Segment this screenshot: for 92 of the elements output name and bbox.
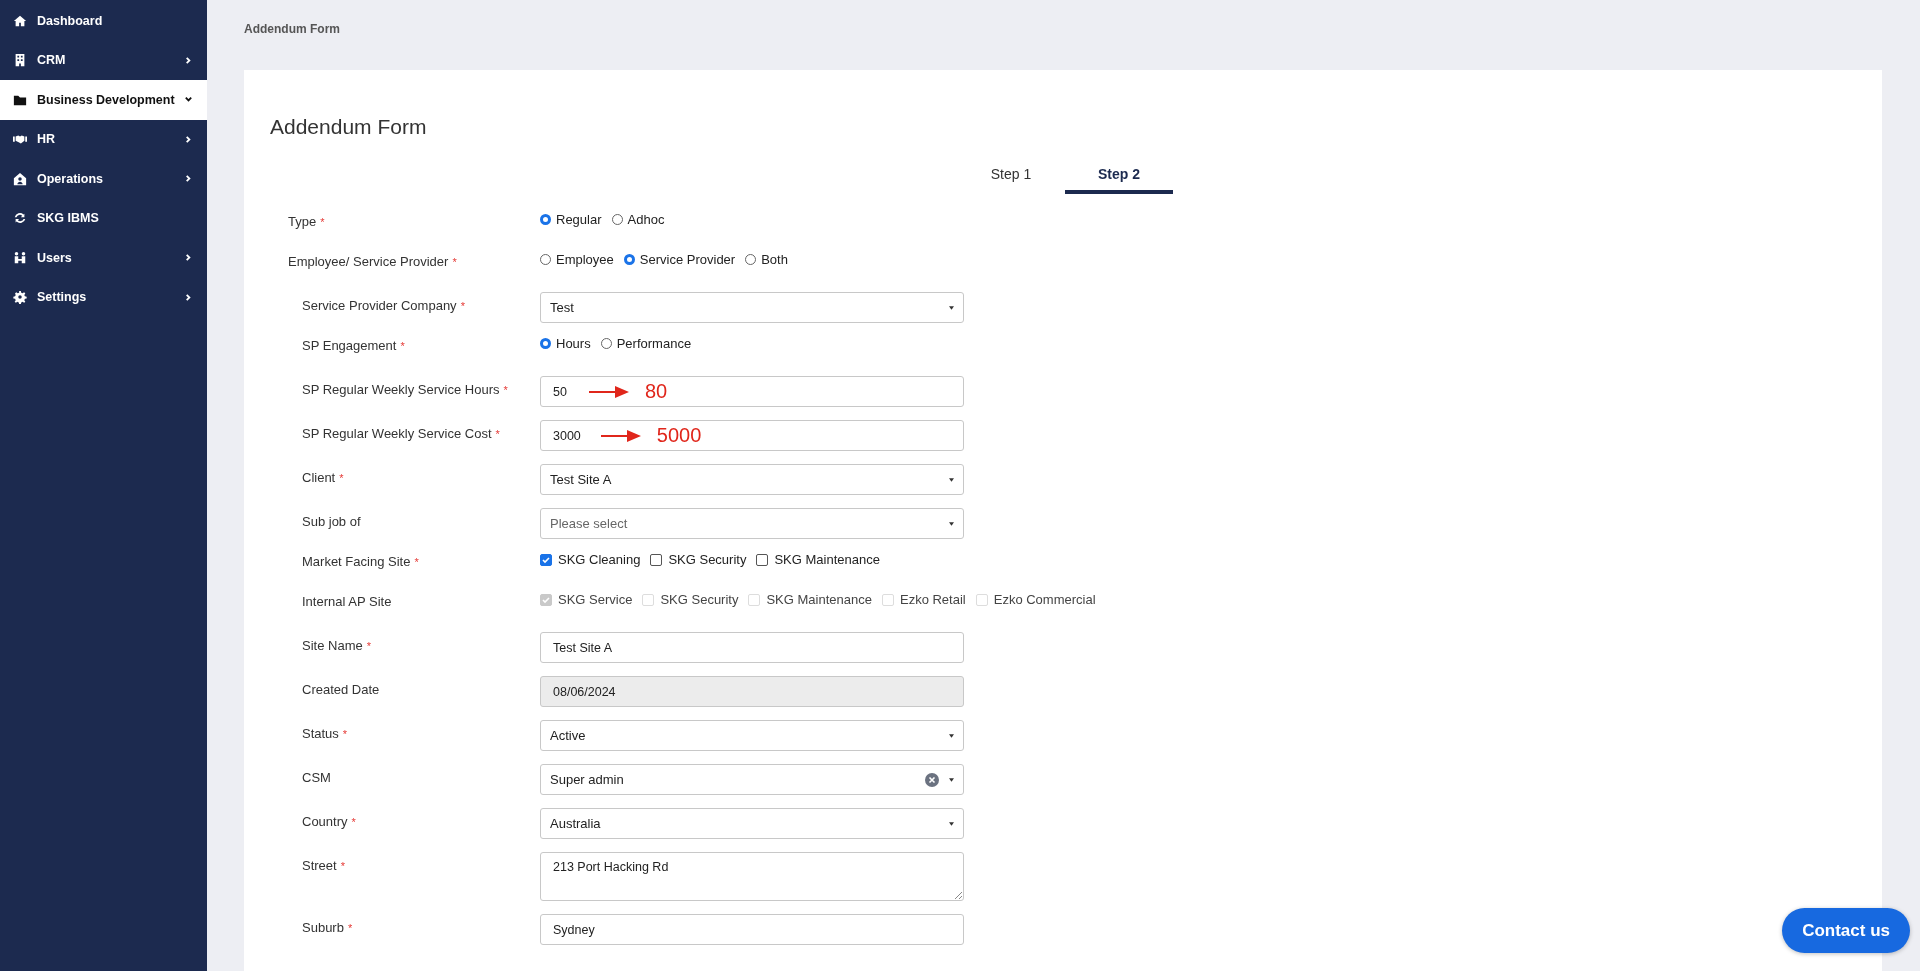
- select-field[interactable]: Please select: [540, 508, 964, 539]
- field-label: Country: [302, 814, 348, 829]
- select-field[interactable]: Test: [540, 292, 964, 323]
- input-field[interactable]: 3000 5000: [540, 420, 964, 451]
- required-mark: *: [414, 556, 419, 568]
- sidebar-item[interactable]: Dashboard: [0, 1, 207, 41]
- input-field[interactable]: 50 80: [540, 376, 964, 407]
- required-mark: *: [339, 472, 344, 484]
- form-title: Addendum Form: [270, 115, 428, 139]
- field-label: Type: [288, 214, 317, 229]
- caret-icon: [949, 477, 954, 482]
- radio-option[interactable]: Adhoc: [611, 212, 665, 227]
- field-label: Service Provider Company: [302, 298, 457, 313]
- radio-option[interactable]: Regular: [540, 212, 602, 227]
- required-mark: *: [460, 300, 465, 312]
- sidebar-item[interactable]: Operations: [0, 159, 207, 199]
- required-mark: *: [400, 340, 405, 352]
- required-mark: *: [347, 922, 353, 934]
- sidebar-item[interactable]: Business Development: [0, 80, 207, 120]
- caret-icon: [949, 521, 954, 526]
- building-icon: [13, 53, 27, 68]
- text-area[interactable]: 213 Port Hacking Rd: [540, 852, 964, 901]
- required-mark: *: [320, 216, 325, 228]
- field-label: Created Date: [302, 682, 380, 697]
- radio-option[interactable]: Hours: [540, 336, 591, 351]
- clear-icon[interactable]: [925, 772, 939, 787]
- contact-button[interactable]: Contact us: [1782, 908, 1910, 953]
- radio-button[interactable]: [611, 214, 623, 225]
- input-field[interactable]: Sydney: [540, 914, 964, 945]
- field-label: CSM: [302, 770, 331, 785]
- select-field[interactable]: Active: [540, 720, 964, 751]
- radio-option[interactable]: Both: [745, 252, 788, 267]
- resize-grip-icon[interactable]: [954, 891, 962, 899]
- caret-icon: [949, 305, 954, 310]
- required-mark: *: [503, 384, 508, 396]
- sidebar-item[interactable]: Settings: [0, 277, 207, 317]
- sidebar-item[interactable]: HR: [0, 119, 207, 159]
- field-label: SP Engagement: [302, 338, 397, 353]
- sidebar-item[interactable]: CRM: [0, 40, 207, 80]
- select-field[interactable]: Test Site A: [540, 464, 964, 495]
- radio-option[interactable]: Employee: [540, 252, 614, 267]
- annotation-text: 80: [644, 380, 668, 403]
- checkbox[interactable]: [650, 553, 663, 566]
- sidebar-item[interactable]: SKG IBMS: [0, 198, 207, 238]
- step-tab[interactable]: Step 1: [957, 162, 1065, 194]
- field-label: Status: [302, 726, 339, 741]
- radio-button[interactable]: [540, 338, 551, 349]
- field-label: Client: [302, 470, 336, 485]
- checkbox-option[interactable]: SKG Maintenance: [756, 552, 880, 567]
- input-field[interactable]: Test Site A: [540, 632, 964, 663]
- field-label: Street: [302, 858, 337, 873]
- field-label: Employee/ Service Provider: [288, 254, 449, 269]
- radio-button[interactable]: [540, 254, 551, 265]
- radio-button[interactable]: [540, 214, 551, 225]
- field-label: Sub job of: [302, 514, 361, 529]
- required-mark: *: [495, 428, 500, 440]
- annotation-text: 5000: [656, 424, 702, 447]
- field-label: Site Name: [302, 638, 363, 653]
- required-mark: *: [342, 728, 348, 740]
- checkbox-option[interactable]: SKG Cleaning: [540, 552, 641, 567]
- breadcrumb: Addendum Form: [244, 21, 341, 38]
- radio-button[interactable]: [623, 254, 635, 265]
- field-label: SP Regular Weekly Service Hours: [302, 382, 500, 397]
- caret-icon: [949, 821, 954, 826]
- required-mark: *: [351, 816, 356, 828]
- users-icon: [13, 250, 27, 265]
- field-label: Internal AP Site: [302, 594, 392, 609]
- select-field[interactable]: Australia: [540, 808, 964, 839]
- select-field[interactable]: Super admin: [540, 764, 964, 795]
- gear-icon: [13, 290, 27, 305]
- field-label: Suburb: [302, 920, 344, 935]
- home-icon: [13, 13, 27, 28]
- caret-icon: [949, 733, 954, 738]
- radio-option[interactable]: Performance: [600, 336, 692, 351]
- checkbox[interactable]: [540, 553, 552, 566]
- checkbox-option[interactable]: SKG Security: [650, 552, 747, 567]
- field-label: SP Regular Weekly Service Cost: [302, 426, 492, 441]
- required-mark: *: [340, 860, 345, 872]
- arrow-icon: [600, 428, 641, 443]
- step-tab[interactable]: Step 2: [1065, 162, 1173, 194]
- caret-icon: [949, 777, 954, 782]
- field-label: Market Facing Site: [302, 554, 411, 569]
- checkbox[interactable]: [756, 553, 769, 566]
- house-user-icon: [13, 171, 27, 186]
- radio-option[interactable]: Service Provider: [623, 252, 736, 267]
- required-mark: *: [452, 256, 457, 268]
- radio-button[interactable]: [600, 338, 612, 349]
- arrow-icon: [588, 384, 629, 399]
- radio-button[interactable]: [745, 254, 757, 265]
- sidebar-item[interactable]: Users: [0, 238, 207, 278]
- required-mark: *: [366, 640, 371, 652]
- sync-icon: [13, 211, 27, 226]
